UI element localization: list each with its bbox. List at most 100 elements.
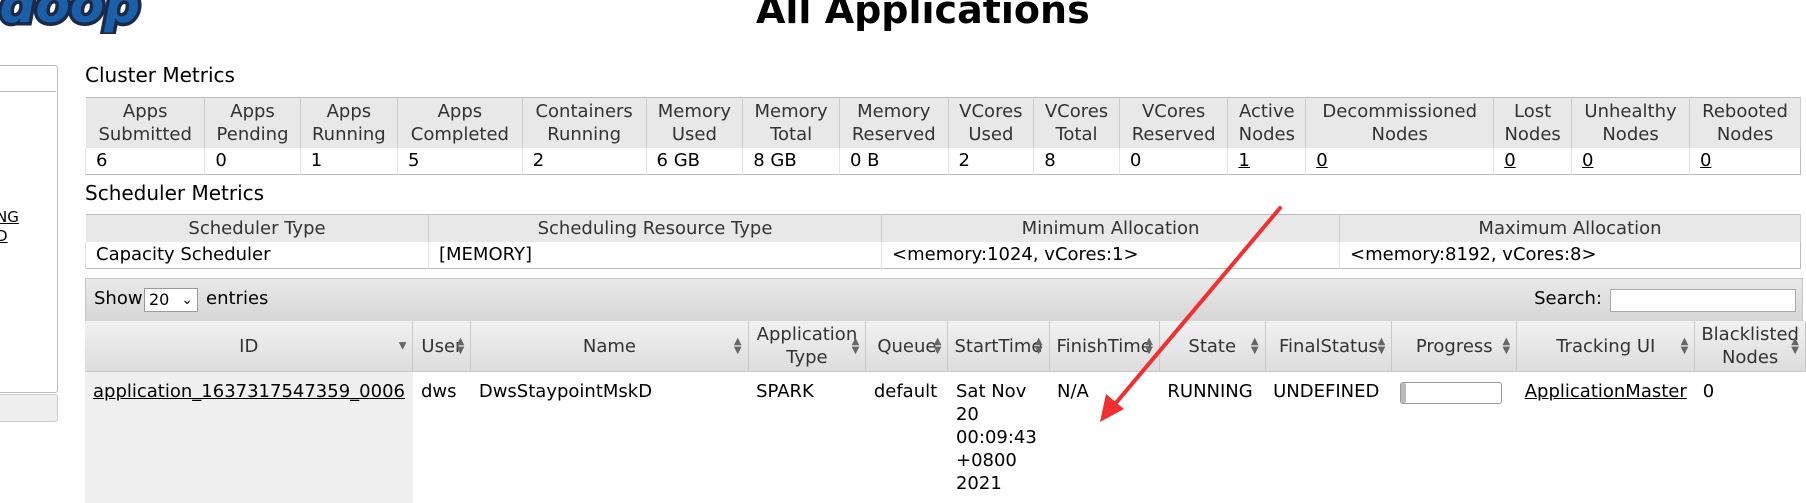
progress-fill [1401, 383, 1406, 403]
col-header-state[interactable]: State▲▼ [1159, 321, 1265, 372]
value-minimum-allocation: <memory:1024, vCores:1> [882, 242, 1340, 269]
apps-table-toolbar: Show 20 ⌄ entries Search: [85, 278, 1803, 322]
application-id-link[interactable]: application_1637317547359_0006 [93, 381, 405, 402]
header-decommissioned-nodes: DecommissionedNodes [1306, 98, 1494, 149]
sort-icon: ▲▼ [457, 337, 465, 355]
value-memory-total: 8 GB [743, 148, 840, 175]
tracking-ui-link[interactable]: ApplicationMaster [1525, 381, 1687, 402]
cell-name: DwsStaypointMskD [471, 372, 748, 503]
header-apps-submitted: AppsSubmitted [86, 98, 205, 149]
col-header-name[interactable]: Name▲▼ [471, 321, 748, 372]
search-input[interactable] [1610, 289, 1796, 312]
cell-id: application_1637317547359_0006 [85, 372, 413, 503]
value-vcores-used: 2 [948, 148, 1034, 175]
cell-start-time: Sat Nov 20 00:09:43 +0800 2021 [948, 372, 1049, 503]
sort-icon: ▲▼ [1251, 337, 1259, 355]
cell-state: RUNNING [1159, 372, 1265, 503]
value-containers-running: 2 [522, 148, 646, 175]
header-lost-nodes: LostNodes [1494, 98, 1572, 149]
page-title: All Applications [756, 0, 1090, 32]
cell-application-type: SPARK [748, 372, 866, 503]
header-vcores-used: VCoresUsed [948, 98, 1034, 149]
cell-user: dws [413, 372, 471, 503]
value-rebooted-nodes: 0 [1690, 148, 1801, 175]
header-containers-running: ContainersRunning [522, 98, 646, 149]
cluster-metrics-table: AppsSubmitted AppsPending AppsRunning Ap… [85, 97, 1801, 175]
hadoop-logo: adoop adoop [0, 0, 210, 34]
cluster-metrics-value-row: 6 0 1 5 2 6 GB 8 GB 0 B 2 8 0 1 0 0 0 0 [86, 148, 1801, 175]
col-header-user[interactable]: User▲▼ [413, 321, 471, 372]
value-scheduling-resource-type: [MEMORY] [429, 242, 882, 269]
sidebar-link-finished[interactable]: D [0, 227, 8, 245]
header-rebooted-nodes: RebootedNodes [1690, 98, 1801, 149]
cell-final-status: UNDEFINED [1265, 372, 1392, 503]
col-header-application-type[interactable]: ApplicationType▲▼ [748, 321, 866, 372]
col-header-blacklisted-nodes[interactable]: BlacklistedNodes▲▼ [1695, 321, 1806, 372]
sort-icon: ▲▼ [1145, 337, 1153, 355]
sidebar-link-running[interactable]: NG [0, 208, 19, 226]
entries-select[interactable]: 20 ⌄ [144, 288, 198, 312]
value-apps-submitted: 6 [86, 148, 205, 175]
sort-desc-icon: ▼ [399, 342, 407, 351]
col-header-id[interactable]: ID▼ [85, 321, 413, 372]
value-apps-running: 1 [300, 148, 397, 175]
active-nodes-link[interactable]: 1 [1238, 150, 1249, 171]
cell-progress [1392, 372, 1517, 503]
header-memory-used: MemoryUsed [646, 98, 743, 149]
logo-text: adoop [0, 0, 140, 34]
value-unhealthy-nodes: 0 [1572, 148, 1690, 175]
table-row: application_1637317547359_0006 dws DwsSt… [85, 372, 1806, 503]
col-header-finish-time[interactable]: FinishTime▲▼ [1049, 321, 1159, 372]
entries-label: entries [206, 288, 268, 309]
header-active-nodes: ActiveNodes [1228, 98, 1306, 149]
header-minimum-allocation: Minimum Allocation [882, 215, 1340, 243]
cell-queue: default [866, 372, 948, 503]
value-active-nodes: 1 [1228, 148, 1306, 175]
col-header-queue[interactable]: Queue▲▼ [866, 321, 948, 372]
header-maximum-allocation: Maximum Allocation [1340, 215, 1801, 243]
show-label: Show [94, 288, 143, 309]
value-vcores-total: 8 [1034, 148, 1120, 175]
cell-tracking-ui: ApplicationMaster [1517, 372, 1695, 503]
col-header-progress[interactable]: Progress▲▼ [1392, 321, 1517, 372]
header-apps-running: AppsRunning [300, 98, 397, 149]
cluster-metrics-title: Cluster Metrics [85, 63, 235, 87]
value-lost-nodes: 0 [1494, 148, 1572, 175]
header-memory-total: MemoryTotal [743, 98, 840, 149]
search-label: Search: [1534, 288, 1602, 309]
cluster-metrics-header-row: AppsSubmitted AppsPending AppsRunning Ap… [86, 98, 1801, 149]
col-header-final-status[interactable]: FinalStatus▲▼ [1265, 321, 1392, 372]
sort-icon: ▲▼ [1378, 337, 1386, 355]
cell-blacklisted-nodes: 0 [1695, 372, 1806, 503]
unhealthy-nodes-link[interactable]: 0 [1582, 150, 1593, 171]
sidebar-collapsed-panel[interactable] [0, 394, 58, 422]
decommissioned-nodes-link[interactable]: 0 [1316, 150, 1327, 171]
sidebar-header [0, 65, 56, 92]
sort-icon: ▲▼ [734, 337, 742, 355]
value-vcores-reserved: 0 [1119, 148, 1228, 175]
value-memory-used: 6 GB [646, 148, 743, 175]
sort-icon: ▲▼ [1035, 337, 1043, 355]
applications-header-row: ID▼ User▲▼ Name▲▼ ApplicationType▲▼ Queu… [85, 321, 1806, 372]
applications-table: ID▼ User▲▼ Name▲▼ ApplicationType▲▼ Queu… [85, 321, 1806, 503]
rebooted-nodes-link[interactable]: 0 [1700, 150, 1711, 171]
sidebar [0, 65, 58, 393]
col-header-tracking-ui[interactable]: Tracking UI▲▼ [1517, 321, 1695, 372]
header-vcores-reserved: VCoresReserved [1119, 98, 1228, 149]
header-apps-completed: AppsCompleted [398, 98, 523, 149]
value-apps-pending: 0 [205, 148, 300, 175]
header-scheduler-type: Scheduler Type [86, 215, 429, 243]
header-apps-pending: AppsPending [205, 98, 300, 149]
sort-icon: ▲▼ [934, 337, 942, 355]
value-maximum-allocation: <memory:8192, vCores:8> [1340, 242, 1801, 269]
header-scheduling-resource-type: Scheduling Resource Type [429, 215, 882, 243]
lost-nodes-link[interactable]: 0 [1504, 150, 1515, 171]
value-scheduler-type: Capacity Scheduler [86, 242, 429, 269]
progress-bar [1400, 382, 1502, 404]
sort-icon: ▲▼ [1503, 337, 1511, 355]
value-memory-reserved: 0 B [839, 148, 948, 175]
sort-icon: ▲▼ [1791, 337, 1799, 355]
scheduler-metrics-header-row: Scheduler Type Scheduling Resource Type … [86, 215, 1801, 243]
sort-icon: ▲▼ [1681, 337, 1689, 355]
col-header-start-time[interactable]: StartTime▲▼ [948, 321, 1049, 372]
